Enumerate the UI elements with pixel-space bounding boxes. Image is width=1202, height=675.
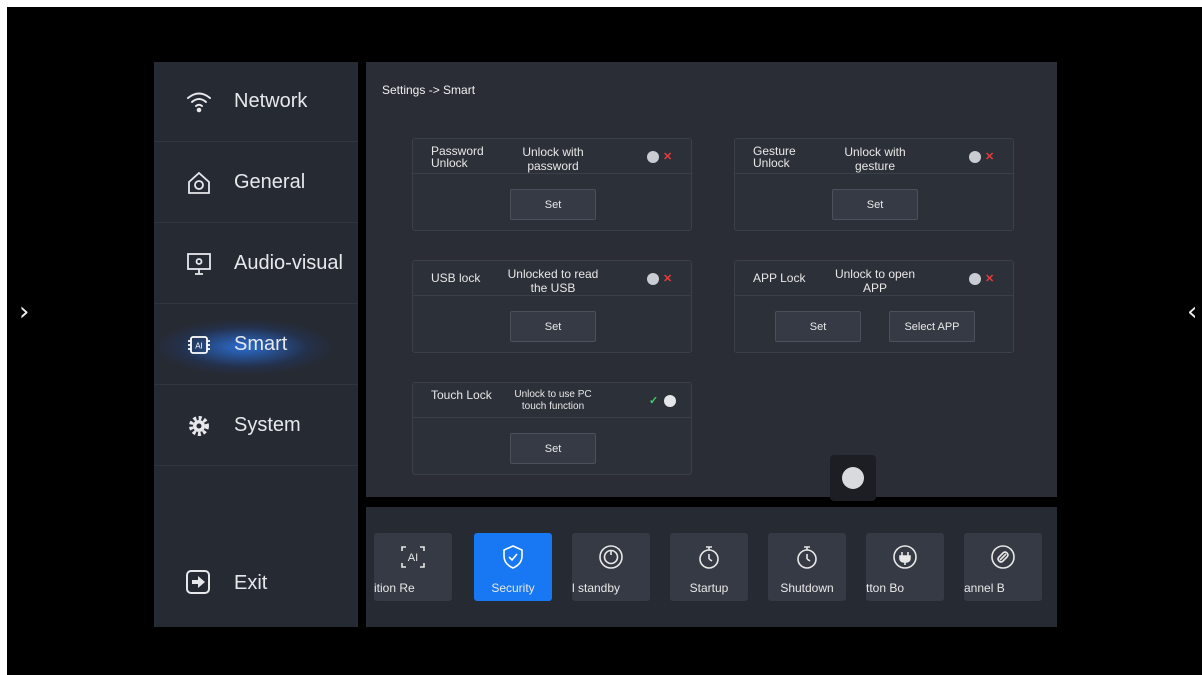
toggle-off-icon: ✕ xyxy=(663,151,673,163)
power-icon xyxy=(597,543,625,571)
exit-button[interactable]: Exit xyxy=(154,562,358,604)
breadcrumb: Settings -> Smart xyxy=(382,83,476,97)
sidebar-item-label: General xyxy=(234,171,306,193)
sidebar-item-smart[interactable]: AI Smart xyxy=(154,305,358,385)
sidebar: Network General Audio-visual AI Smart Sy… xyxy=(154,62,358,627)
bottom-tile-bar: AI ition Re Security l standby Startup S… xyxy=(366,507,1057,627)
touch-lock-card: Touch Lock Unlock to use PC touch functi… xyxy=(412,382,692,475)
chevron-left-icon[interactable]: ‹ xyxy=(1187,297,1197,327)
sidebar-item-label: Smart xyxy=(234,333,288,355)
card-title: Touch Lock xyxy=(431,388,492,402)
gesture-unlock-card: Gesture Unlock Unlock with gesture ✕ Set xyxy=(734,138,1014,231)
tile-label: Shutdown xyxy=(780,581,834,595)
floating-knob-dot xyxy=(842,467,864,489)
app-set-button[interactable]: Set xyxy=(775,311,861,342)
timer-icon xyxy=(793,543,821,571)
sidebar-item-audio-visual[interactable]: Audio-visual xyxy=(154,224,358,304)
divider xyxy=(413,173,691,174)
card-description: Unlock with gesture xyxy=(844,145,906,173)
toggle-knob xyxy=(647,151,659,163)
usb-set-button[interactable]: Set xyxy=(510,311,596,342)
divider xyxy=(735,173,1013,174)
toggle-knob xyxy=(969,151,981,163)
tile-security[interactable]: Security xyxy=(474,533,552,601)
password-set-button[interactable]: Set xyxy=(510,189,596,220)
gear-icon xyxy=(184,411,214,441)
card-description: Unlock with password xyxy=(522,145,584,173)
toggle-on-icon: ✓ xyxy=(649,395,659,407)
tile-ai-recognition[interactable]: AI ition Re xyxy=(374,533,452,601)
password-unlock-toggle[interactable]: ✕ xyxy=(647,150,677,164)
timer-icon xyxy=(695,543,723,571)
home-gear-icon xyxy=(184,168,214,198)
app-lock-card: APP Lock Unlock to open APP ✕ Set Select… xyxy=(734,260,1014,353)
svg-text:AI: AI xyxy=(408,552,418,564)
exit-icon xyxy=(186,570,212,596)
sidebar-item-general[interactable]: General xyxy=(154,143,358,223)
chevron-right-icon[interactable]: › xyxy=(19,297,29,327)
tile-shutdown[interactable]: Shutdown xyxy=(768,533,846,601)
ai-chip-icon: AI xyxy=(184,330,214,360)
tile-startup[interactable]: Startup xyxy=(670,533,748,601)
tile-channel[interactable]: annel B xyxy=(964,533,1042,601)
sidebar-item-label: Network xyxy=(234,90,308,112)
toggle-knob xyxy=(664,395,676,407)
app-lock-toggle[interactable]: ✕ xyxy=(969,272,999,286)
card-title: Password Unlock xyxy=(431,144,484,170)
usb-lock-card: USB lock Unlocked to read the USB ✕ Set xyxy=(412,260,692,353)
tile-label: ition Re xyxy=(374,581,415,595)
toggle-knob xyxy=(969,273,981,285)
card-title: APP Lock xyxy=(753,271,806,285)
ai-recognition-icon: AI xyxy=(399,543,427,571)
link-icon xyxy=(989,543,1017,571)
touch-lock-toggle[interactable]: ✓ xyxy=(647,394,677,408)
shield-check-icon xyxy=(499,543,527,571)
touch-set-button[interactable]: Set xyxy=(510,433,596,464)
sidebar-item-system[interactable]: System xyxy=(154,386,358,466)
sidebar-item-label: System xyxy=(234,414,301,436)
card-title: Gesture Unlock xyxy=(753,144,796,170)
tile-label: annel B xyxy=(964,581,1005,595)
wifi-icon xyxy=(184,87,214,117)
card-description: Unlock to open APP xyxy=(834,267,916,295)
select-app-button[interactable]: Select APP xyxy=(889,311,975,342)
tile-standby[interactable]: l standby xyxy=(572,533,650,601)
tile-label: l standby xyxy=(572,581,621,595)
tile-power-button[interactable]: tton Bo xyxy=(866,533,944,601)
main-panel: Settings -> Smart Password Unlock Unlock… xyxy=(366,62,1057,497)
card-description: Unlock to use PC touch function xyxy=(514,389,592,412)
password-unlock-card: Password Unlock Unlock with password ✕ S… xyxy=(412,138,692,231)
gesture-set-button[interactable]: Set xyxy=(832,189,918,220)
tile-label: Security xyxy=(491,581,535,595)
divider xyxy=(413,295,691,296)
monitor-icon xyxy=(184,249,214,279)
divider xyxy=(413,417,691,418)
tile-label: Startup xyxy=(689,581,729,595)
power-button-icon xyxy=(891,543,919,571)
gesture-unlock-toggle[interactable]: ✕ xyxy=(969,150,999,164)
sidebar-item-network[interactable]: Network xyxy=(154,62,358,142)
card-description: Unlocked to read the USB xyxy=(507,267,599,295)
svg-text:AI: AI xyxy=(195,341,203,350)
toggle-knob xyxy=(647,273,659,285)
tile-label: tton Bo xyxy=(866,581,905,595)
toggle-off-icon: ✕ xyxy=(663,273,673,285)
toggle-off-icon: ✕ xyxy=(985,151,995,163)
usb-lock-toggle[interactable]: ✕ xyxy=(647,272,677,286)
divider xyxy=(735,295,1013,296)
floating-menu-button[interactable] xyxy=(830,455,876,501)
toggle-off-icon: ✕ xyxy=(985,273,995,285)
card-title: USB lock xyxy=(431,271,481,285)
sidebar-item-label: Audio-visual xyxy=(234,252,343,274)
exit-label: Exit xyxy=(234,571,268,594)
